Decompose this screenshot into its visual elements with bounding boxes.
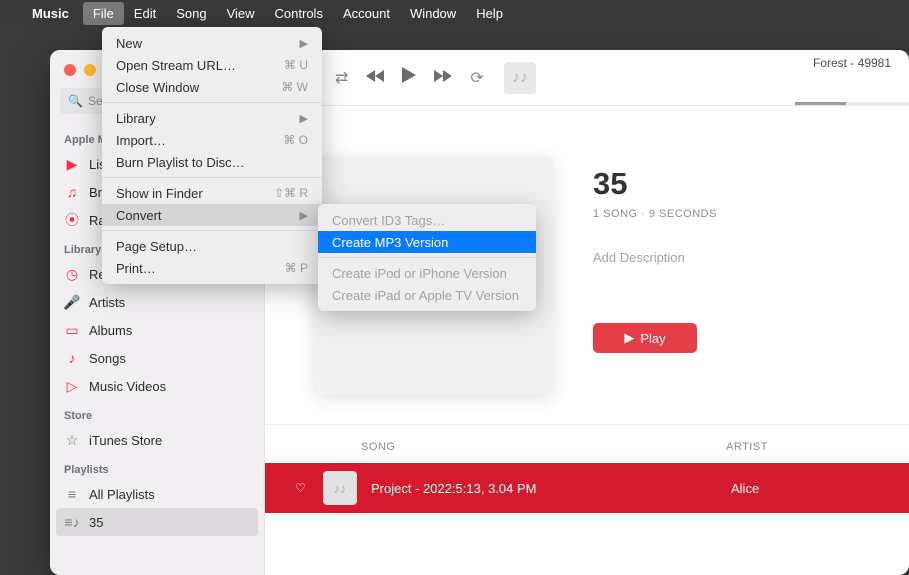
album-meta: 1 SONG · 9 SECONDS — [593, 208, 717, 220]
menu-convert-id3[interactable]: Convert ID3 Tags… — [318, 209, 536, 231]
play-circle-icon: ▶ — [64, 156, 80, 172]
menu-edit[interactable]: Edit — [124, 2, 166, 25]
album-description[interactable]: Add Description — [593, 250, 717, 265]
radio-icon: ⦿ — [64, 212, 80, 228]
menu-burn-playlist[interactable]: Burn Playlist to Disc… — [102, 151, 322, 173]
mic-icon: 🎤 — [64, 294, 80, 310]
chevron-right-icon: ▶ — [300, 209, 308, 222]
album-title: 35 — [593, 166, 717, 202]
star-icon: ☆ — [64, 432, 80, 448]
file-menu-dropdown: New▶ Open Stream URL…⌘ U Close Window⌘ W… — [102, 27, 322, 284]
menu-open-stream[interactable]: Open Stream URL…⌘ U — [102, 54, 322, 76]
column-artist[interactable]: ARTIST — [726, 441, 768, 453]
playlist-icon: ≡♪ — [64, 514, 80, 530]
album-icon: ▭ — [64, 322, 80, 338]
menu-create-ipad[interactable]: Create iPad or Apple TV Version — [318, 284, 536, 306]
sidebar-section-playlists: Playlists — [50, 454, 264, 480]
album-info: 35 1 SONG · 9 SECONDS Add Description ▶P… — [593, 156, 717, 394]
track-art-icon: ♪♪ — [323, 471, 357, 505]
menu-separator — [318, 257, 536, 258]
chevron-right-icon: ▶ — [300, 37, 308, 50]
track-name: Project - 2022:5:13, 3.04 PM — [371, 481, 731, 496]
menu-page-setup[interactable]: Page Setup… — [102, 235, 322, 257]
play-album-button[interactable]: ▶Play — [593, 323, 697, 353]
now-playing-art[interactable]: ♪♪ — [504, 62, 536, 94]
sidebar-item-music-videos[interactable]: ▷Music Videos — [50, 372, 264, 400]
menu-convert[interactable]: Convert▶ — [102, 204, 322, 226]
prev-button[interactable] — [366, 69, 384, 87]
menu-create-ipod[interactable]: Create iPod or iPhone Version — [318, 262, 536, 284]
menu-show-in-finder[interactable]: Show in Finder⇧⌘ R — [102, 182, 322, 204]
menu-separator — [102, 230, 322, 231]
content-area: ⇄ ⟳ ♪♪ Forest - 49981 35 1 SONG · 9 SECO… — [265, 50, 909, 575]
clock-icon: ◷ — [64, 266, 80, 282]
play-icon: ▶ — [624, 330, 634, 346]
system-menubar: Music File Edit Song View Controls Accou… — [0, 0, 909, 26]
sidebar-section-store: Store — [50, 400, 264, 426]
search-icon: 🔍 — [68, 94, 83, 108]
progress-fill — [795, 102, 846, 105]
sidebar-item-artists[interactable]: 🎤Artists — [50, 288, 264, 316]
progress-bar[interactable] — [795, 102, 909, 105]
menu-help[interactable]: Help — [466, 2, 513, 25]
menu-song[interactable]: Song — [166, 2, 216, 25]
convert-submenu: Convert ID3 Tags… Create MP3 Version Cre… — [318, 204, 536, 311]
shuffle-button[interactable]: ⇄ — [335, 68, 348, 88]
repeat-button[interactable]: ⟳ — [470, 68, 483, 88]
sidebar-item-playlist-35[interactable]: ≡♪35 — [56, 508, 258, 536]
menu-new[interactable]: New▶ — [102, 32, 322, 54]
grid-icon: ♫ — [64, 184, 80, 200]
love-icon[interactable]: ♡ — [295, 481, 315, 495]
minimize-window-button[interactable] — [84, 64, 96, 76]
menu-separator — [102, 102, 322, 103]
menu-file[interactable]: File — [83, 2, 124, 25]
menu-create-mp3[interactable]: Create MP3 Version — [318, 231, 536, 253]
play-button[interactable] — [402, 67, 416, 88]
main-area: 35 1 SONG · 9 SECONDS Add Description ▶P… — [265, 106, 909, 575]
sidebar-item-itunes-store[interactable]: ☆iTunes Store — [50, 426, 264, 454]
now-playing-title: Forest - 49981 — [795, 56, 909, 70]
player-toolbar: ⇄ ⟳ ♪♪ Forest - 49981 — [265, 50, 909, 106]
menu-library[interactable]: Library▶ — [102, 107, 322, 129]
menu-import[interactable]: Import…⌘ O — [102, 129, 322, 151]
close-window-button[interactable] — [64, 64, 76, 76]
video-icon: ▷ — [64, 378, 80, 394]
menu-print[interactable]: Print…⌘ P — [102, 257, 322, 279]
list-icon: ≡ — [64, 486, 80, 502]
menu-view[interactable]: View — [217, 2, 265, 25]
chevron-right-icon: ▶ — [300, 112, 308, 125]
column-song[interactable]: SONG — [361, 441, 726, 453]
sidebar-item-albums[interactable]: ▭Albums — [50, 316, 264, 344]
sidebar-item-songs[interactable]: ♪Songs — [50, 344, 264, 372]
sidebar-item-all-playlists[interactable]: ≡All Playlists — [50, 480, 264, 508]
menu-window[interactable]: Window — [400, 2, 466, 25]
track-row[interactable]: ♡ ♪♪ Project - 2022:5:13, 3.04 PM Alice — [265, 463, 909, 513]
menu-separator — [102, 177, 322, 178]
next-button[interactable] — [434, 69, 452, 87]
note-icon: ♪ — [64, 350, 80, 366]
app-name[interactable]: Music — [32, 6, 69, 21]
track-artist: Alice — [731, 481, 759, 496]
menu-close-window[interactable]: Close Window⌘ W — [102, 76, 322, 98]
menu-controls[interactable]: Controls — [265, 2, 333, 25]
track-table-header: SONG ARTIST — [265, 425, 909, 463]
menu-account[interactable]: Account — [333, 2, 400, 25]
